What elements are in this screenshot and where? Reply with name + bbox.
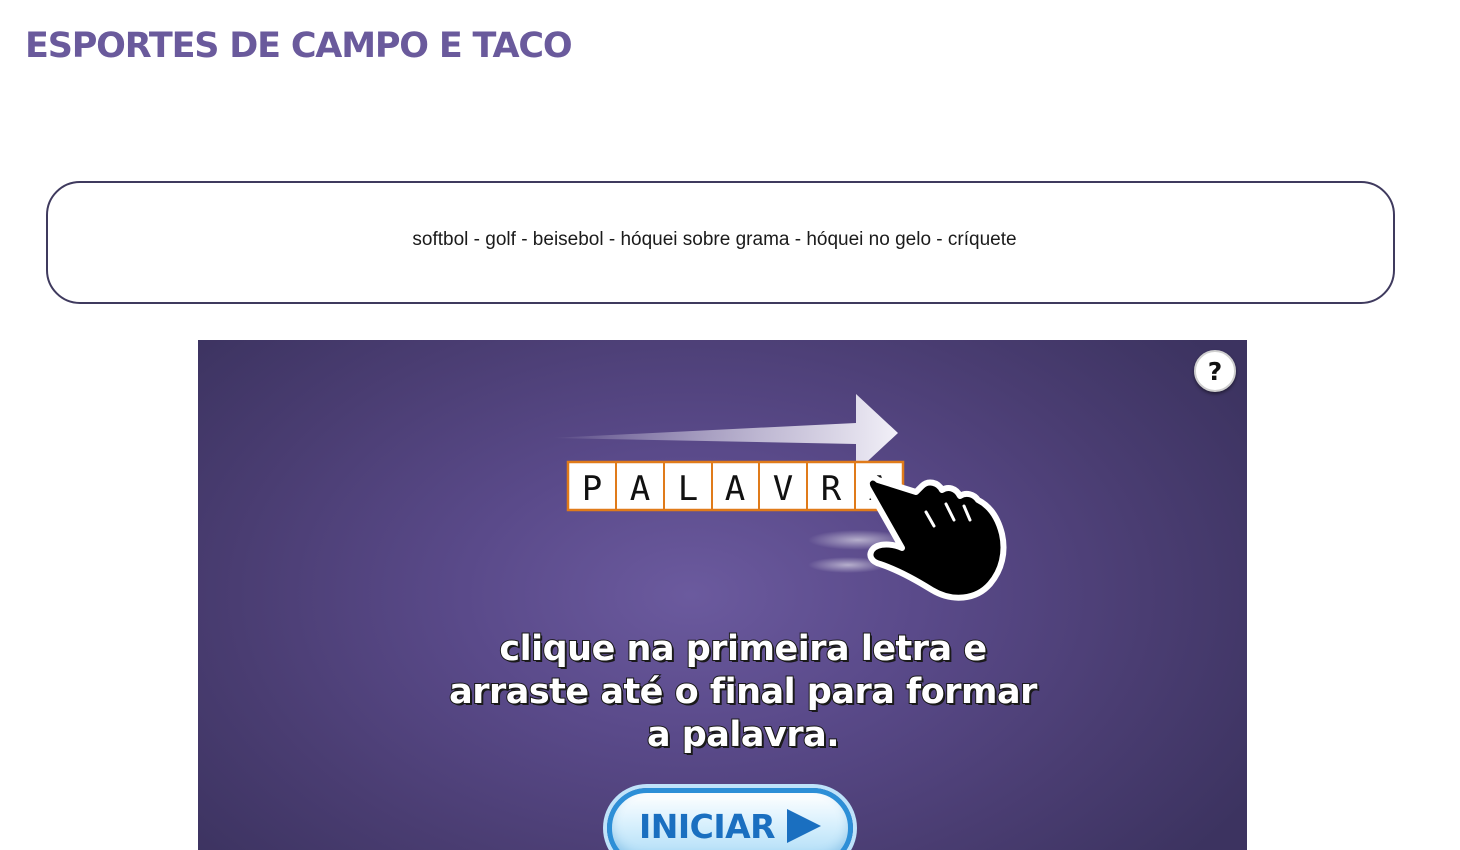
start-button-label: INICIAR — [638, 807, 776, 846]
tile-letter: A — [630, 469, 650, 509]
tile-letter: P — [582, 469, 602, 509]
question-mark-icon: ? — [1207, 356, 1223, 386]
word-list: softbol - golf - beisebol - hóquei sobre… — [412, 228, 1017, 250]
drag-demo-illustration: P A L A V R A — [550, 394, 1007, 601]
instruction-text: clique na primeira letra e arraste até o… — [448, 628, 1038, 756]
word-list-box: softbol - golf - beisebol - hóquei sobre… — [46, 181, 1395, 304]
page-title: ESPORTES DE CAMPO E TACO — [25, 26, 573, 66]
word-search-game[interactable]: P A L A V R A ? clique na primeira letra… — [198, 340, 1247, 850]
demo-word-tiles: P A L A V R A — [566, 460, 905, 512]
tile-letter: R — [821, 469, 842, 509]
help-button[interactable]: ? — [1194, 350, 1236, 392]
arrow-right-icon — [550, 394, 898, 472]
play-triangle-icon — [787, 809, 822, 843]
start-button[interactable]: INICIAR — [607, 788, 853, 850]
tile-letter: L — [678, 469, 698, 509]
tile-letter: A — [725, 469, 745, 509]
tile-letter: V — [773, 469, 793, 509]
page: ESPORTES DE CAMPO E TACO softbol - golf … — [0, 0, 1460, 850]
